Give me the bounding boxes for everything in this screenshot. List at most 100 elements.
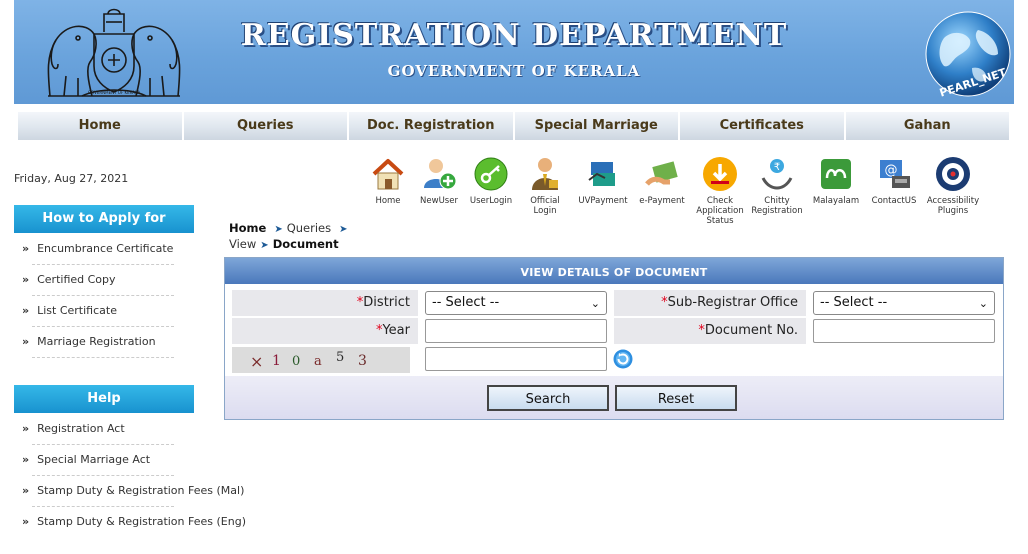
raquo-icon: »	[22, 453, 30, 466]
emblem-label: GOVERNMENT OF KERALA	[88, 90, 140, 95]
quick-link-label: e-Payment	[639, 196, 685, 206]
year-label-text: Year	[382, 323, 410, 338]
accessibility-icon	[936, 157, 970, 191]
sidebar-item-marriage-registration[interactable]: » Marriage Registration	[14, 327, 194, 358]
document-no-label: *Document No.	[614, 318, 806, 344]
sidebar-item-label: Special Marriage Act	[37, 453, 151, 466]
svg-text:@: @	[885, 163, 898, 178]
quick-link-contact-us[interactable]: @ ContactUS	[868, 156, 920, 206]
raquo-icon: »	[22, 304, 30, 317]
sidebar-divider	[32, 357, 174, 358]
nav-special-marriage[interactable]: Special Marriage	[514, 112, 680, 140]
sidebar-item-stamp-duty-eng[interactable]: » Stamp Duty & Registration Fees (Eng)	[14, 507, 246, 538]
sidebar-item-label: Certified Copy	[37, 273, 116, 286]
sidebar-divider	[32, 264, 174, 265]
sidebar-item-encumbrance-certificate[interactable]: » Encumbrance Certificate	[14, 234, 194, 265]
captcha-char: 0	[292, 354, 301, 369]
breadcrumb-arrow-icon: ➤	[274, 224, 283, 235]
sidebar-item-certified-copy[interactable]: » Certified Copy	[14, 265, 194, 296]
sidebar-item-label: Encumbrance Certificate	[37, 242, 174, 255]
refresh-icon[interactable]	[613, 349, 633, 369]
how-to-apply-header: How to Apply for	[14, 205, 194, 233]
breadcrumb-arrow-icon: ➤	[260, 240, 269, 251]
captcha-char: ×	[250, 352, 264, 371]
nav-doc-registration[interactable]: Doc. Registration	[349, 112, 515, 140]
district-label: *District	[232, 290, 418, 316]
raquo-icon: »	[22, 273, 30, 286]
quick-link-check-status[interactable]: Check Application Status	[694, 156, 746, 226]
pearl-net-globe-icon: PEARL_NET	[925, 11, 1011, 100]
header-banner: GOVERNMENT OF KERALA REGISTRATION DEPART…	[14, 0, 1014, 104]
top-navigation: Home Queries Doc. Registration Special M…	[18, 112, 1009, 140]
captcha-input[interactable]	[425, 347, 607, 371]
quick-link-uv-payment[interactable]: UVPayment	[574, 156, 632, 206]
panel-title: VIEW DETAILS OF DOCUMENT	[225, 258, 1003, 284]
breadcrumb-queries[interactable]: Queries	[287, 221, 331, 235]
quick-link-label: ContactUS	[871, 196, 917, 206]
quick-link-official-login[interactable]: Official Login	[520, 156, 570, 216]
nav-gahan[interactable]: Gahan	[845, 112, 1009, 140]
sidebar-divider	[32, 295, 174, 296]
quick-link-label: Home	[375, 196, 401, 206]
breadcrumb-current: Document	[272, 237, 339, 251]
nav-queries[interactable]: Queries	[183, 112, 349, 140]
quick-link-label: Accessibility Plugins	[926, 196, 980, 216]
sidebar-item-special-marriage-act[interactable]: » Special Marriage Act	[14, 445, 194, 476]
year-label: *Year	[232, 318, 418, 344]
captcha-char: 5	[336, 350, 345, 365]
uv-payment-icon	[588, 162, 615, 186]
quick-link-label: Chitty Registration	[751, 196, 803, 216]
quick-link-e-payment[interactable]: e-Payment	[634, 156, 690, 206]
sro-label-text: Sub-Registrar Office	[667, 295, 798, 310]
chitty-registration-icon: ₹	[761, 159, 793, 190]
breadcrumb-view[interactable]: View	[229, 237, 256, 251]
captcha-char: a	[314, 354, 322, 369]
sro-select-value: -- Select --	[820, 295, 888, 310]
quick-link-label: Check Application Status	[696, 196, 744, 226]
raquo-icon: »	[22, 484, 30, 497]
sidebar-item-label: Stamp Duty & Registration Fees (Eng)	[37, 515, 246, 528]
current-date: Friday, Aug 27, 2021	[14, 172, 129, 185]
raquo-icon: »	[22, 515, 30, 528]
quick-link-user-login[interactable]: UserLogin	[466, 156, 516, 206]
sidebar-item-list-certificate[interactable]: » List Certificate	[14, 296, 194, 327]
quick-link-chitty-registration[interactable]: ₹ Chitty Registration	[748, 156, 806, 216]
breadcrumb-arrow-icon: ➤	[339, 224, 348, 235]
quick-link-label: UserLogin	[469, 196, 513, 206]
breadcrumb-home[interactable]: Home	[229, 221, 266, 235]
quick-link-label: UVPayment	[578, 196, 628, 206]
district-label-text: District	[363, 295, 410, 310]
official-login-icon	[532, 158, 558, 190]
chevron-down-icon: ⌄	[978, 297, 988, 310]
nav-certificates[interactable]: Certificates	[680, 112, 846, 140]
contact-us-icon: @	[880, 160, 910, 188]
sidebar-item-stamp-duty-mal[interactable]: » Stamp Duty & Registration Fees (Mal)	[14, 476, 244, 507]
button-bar: Search Reset	[225, 376, 1003, 419]
svg-text:₹: ₹	[774, 162, 780, 173]
raquo-icon: »	[22, 422, 30, 435]
captcha-image: × 1 0 a 5 3	[232, 347, 410, 373]
malayalam-icon	[821, 159, 851, 189]
quick-link-label: Official Login	[530, 196, 560, 216]
quick-link-malayalam[interactable]: Malayalam	[810, 156, 862, 206]
captcha-char: 3	[358, 353, 367, 369]
captcha-char: 1	[272, 353, 281, 369]
quick-link-home[interactable]: Home	[366, 156, 410, 206]
reset-button[interactable]: Reset	[615, 385, 737, 411]
check-status-icon	[703, 157, 737, 191]
help-list: » Registration Act » Special Marriage Act …	[14, 414, 246, 538]
district-select[interactable]: -- Select -- ⌄	[425, 291, 607, 315]
sub-registrar-office-select[interactable]: -- Select -- ⌄	[813, 291, 995, 315]
quick-link-accessibility[interactable]: Accessibility Plugins	[922, 156, 984, 216]
document-no-label-text: Document No.	[704, 323, 798, 338]
chevron-down-icon: ⌄	[590, 297, 600, 310]
document-no-input[interactable]	[813, 319, 995, 343]
nav-home[interactable]: Home	[18, 112, 184, 140]
year-input[interactable]	[425, 319, 607, 343]
sidebar-divider	[32, 444, 174, 445]
quick-link-new-user[interactable]: NewUser	[414, 156, 464, 206]
quick-link-label: Malayalam	[812, 196, 860, 206]
sidebar-item-registration-act[interactable]: » Registration Act	[14, 414, 194, 445]
search-button[interactable]: Search	[487, 385, 609, 411]
sidebar-divider	[32, 475, 174, 476]
